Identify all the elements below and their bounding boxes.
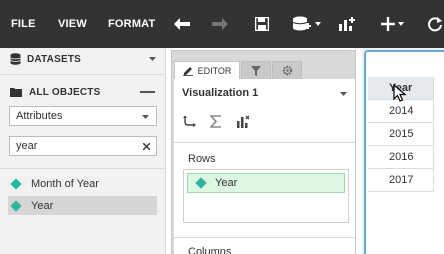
list-item[interactable]: Month of Year: [8, 174, 157, 193]
clear-search-icon[interactable]: [143, 143, 150, 150]
attribute-icon: [10, 199, 22, 212]
tab-editor[interactable]: EDITOR: [174, 61, 240, 79]
divider: [174, 142, 355, 143]
datasets-panel: DATASETS ALL OBJECTS Attributes year Mon…: [0, 48, 166, 254]
top-toolbar: FILE VIEW FORMAT: [0, 0, 444, 48]
all-objects-label: ALL OBJECTS: [29, 86, 101, 98]
save-icon[interactable]: [253, 13, 271, 35]
tab-editor-label: EDITOR: [197, 65, 232, 76]
chevron-down-icon: [397, 22, 404, 26]
grid-container[interactable]: Year 2014 2015 2016 2017: [364, 50, 444, 254]
chevron-down-icon: [314, 22, 321, 26]
divider: [0, 168, 165, 169]
menu-format[interactable]: FORMAT: [108, 0, 155, 48]
swap-axes-icon[interactable]: [183, 115, 197, 128]
undo-icon[interactable]: [172, 13, 192, 35]
list-item-label: Month of Year: [31, 177, 99, 190]
gear-icon: [282, 65, 292, 76]
filter-icon: [251, 65, 261, 76]
editor-body: Visualization 1 Rows Year Columns: [174, 79, 355, 254]
table-cell[interactable]: 2015: [368, 123, 434, 146]
object-search-input[interactable]: year: [9, 136, 157, 156]
tab-format[interactable]: [272, 61, 302, 79]
visualization-title[interactable]: Visualization 1: [182, 87, 258, 99]
editor-tabs: EDITOR: [172, 51, 355, 79]
menu-view[interactable]: VIEW: [58, 0, 87, 48]
datasets-label: DATASETS: [27, 53, 82, 65]
divider: [174, 237, 355, 238]
rows-item-year[interactable]: Year: [187, 173, 345, 193]
columns-label: Columns: [188, 246, 232, 254]
tab-filter[interactable]: [241, 61, 271, 79]
list-item[interactable]: Year: [8, 196, 157, 215]
visualization-canvas: Year 2014 2015 2016 2017: [362, 48, 444, 254]
table-cell[interactable]: 2017: [368, 169, 434, 192]
mouse-cursor-icon: [393, 84, 407, 102]
rows-label: Rows: [188, 153, 216, 165]
search-value: year: [16, 140, 38, 152]
chevron-down-icon[interactable]: [340, 92, 347, 96]
object-type-value: Attributes: [16, 110, 63, 122]
chevron-down-icon[interactable]: [149, 57, 156, 61]
add-visualization-icon[interactable]: [337, 13, 357, 35]
database-icon: [10, 53, 21, 65]
list-item-label: Year: [31, 199, 54, 212]
refresh-icon[interactable]: [426, 13, 444, 35]
attribute-icon: [10, 177, 22, 190]
pencil-icon: [182, 66, 193, 76]
insert-icon[interactable]: [379, 13, 405, 35]
divider: [0, 74, 165, 75]
chart-options-icon[interactable]: [236, 115, 250, 128]
object-type-select[interactable]: Attributes: [9, 106, 157, 126]
editor-panel: EDITOR Visualization 1 Rows Year Columns: [171, 50, 356, 254]
menu-file[interactable]: FILE: [11, 0, 36, 48]
table-cell[interactable]: 2016: [368, 146, 434, 169]
rows-drop-zone[interactable]: Year: [183, 169, 349, 223]
attribute-icon: [195, 177, 207, 189]
chevron-down-icon: [142, 115, 149, 119]
add-dataset-icon[interactable]: [290, 13, 322, 35]
folder-icon: [10, 88, 22, 97]
datasets-header[interactable]: DATASETS: [0, 48, 165, 70]
collapse-icon[interactable]: [140, 91, 155, 93]
all-objects-header: ALL OBJECTS: [0, 81, 165, 103]
sigma-icon[interactable]: [210, 115, 222, 128]
redo-icon[interactable]: [210, 13, 230, 35]
chip-label: Year: [215, 177, 238, 189]
table-cell[interactable]: 2014: [368, 100, 434, 123]
